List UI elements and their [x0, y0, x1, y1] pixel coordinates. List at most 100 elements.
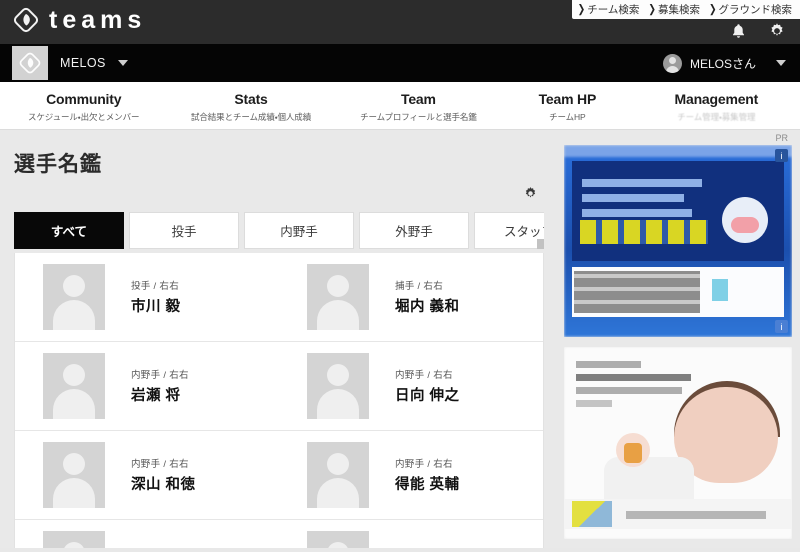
player-position: 内野手 / 右右: [395, 459, 453, 470]
chevron-down-icon[interactable]: [776, 60, 786, 66]
ad-image-blurred: [624, 443, 642, 463]
roster-toolbar: [14, 186, 544, 206]
settings-gear-icon[interactable]: [768, 22, 786, 45]
position-filter-tabs: すべて 投手 内野手 外野手 スタッフ: [14, 212, 544, 249]
nav-item-team-hp-sub: チームHP: [549, 111, 586, 122]
ad-image-blurred: [712, 279, 728, 301]
tab-pitcher-label: 投手: [171, 225, 197, 239]
player-photo-placeholder-icon: [307, 264, 369, 330]
main-navigation: Community スケジュール・出欠とメンバー Stats 試合結果とチーム成…: [0, 82, 800, 130]
page-title: 選手名鑑: [14, 153, 102, 176]
ad-image-blurred: [572, 501, 612, 527]
player-position: 内野手 / 右右: [395, 370, 453, 381]
advertisement-banner-bottom[interactable]: [564, 347, 792, 539]
search-link-recruit[interactable]: ❯ 募集検索: [648, 2, 700, 17]
player-photo-placeholder-icon: [307, 531, 369, 548]
team-name-label: MELOS: [60, 56, 106, 70]
player-photo-placeholder-icon: [43, 531, 105, 548]
player-photo-placeholder-icon: [307, 353, 369, 419]
advertisement-banner-top[interactable]: i i: [564, 145, 792, 337]
player-photo-placeholder-icon: [43, 264, 105, 330]
ad-image-blurred: [580, 220, 708, 244]
nav-item-management-title: Management: [674, 91, 759, 108]
table-row: 投手 / 右右 市川 毅 捕手 / 右右 堀内 義和: [15, 253, 543, 342]
ad-image-blurred: [582, 179, 702, 224]
list-item[interactable]: [15, 520, 279, 548]
chevron-right-icon: ❯: [577, 2, 586, 16]
tab-all[interactable]: すべて: [14, 212, 124, 249]
search-link-team[interactable]: ❯ チーム検索: [578, 2, 640, 17]
nav-item-stats-title: Stats: [234, 91, 268, 108]
list-item[interactable]: 捕手 / 右右 堀内 義和: [279, 253, 543, 341]
search-link-ground[interactable]: ❯ グラウンド検索: [709, 2, 792, 17]
user-menu[interactable]: MELOSさん: [662, 53, 786, 73]
player-photo-placeholder-icon: [43, 353, 105, 419]
ad-info-icon[interactable]: i: [775, 149, 788, 162]
nav-item-stats[interactable]: Stats 試合結果とチーム成績・個人成績: [167, 88, 334, 122]
global-search-links: ❯ チーム検索 ❯ 募集検索 ❯ グラウンド検索: [571, 0, 800, 19]
nav-item-management[interactable]: Management チーム管理・募集管理: [633, 88, 800, 122]
tab-infielder[interactable]: 内野手: [244, 212, 354, 249]
player-position: 捕手 / 右右: [395, 281, 444, 292]
tab-outfielder-label: 外野手: [395, 225, 433, 239]
user-name-label: MELOSさん: [689, 56, 756, 71]
ad-image-blurred: [722, 197, 768, 243]
table-row: 内野手 / 右右 岩瀬 将 内野手 / 右右 日向 伸之: [15, 342, 543, 431]
player-photo-placeholder-icon: [43, 442, 105, 508]
team-logo-icon[interactable]: [12, 46, 48, 80]
chevron-down-icon[interactable]: [117, 60, 128, 66]
list-item[interactable]: 内野手 / 右右 日向 伸之: [279, 342, 543, 430]
table-row: [15, 520, 543, 548]
player-photo-placeholder-icon: [307, 442, 369, 508]
teams-diamond-logo-icon: [12, 6, 40, 34]
notification-bell-icon[interactable]: [731, 23, 746, 44]
tabs-horizontal-scrollbar[interactable]: [537, 239, 544, 249]
team-context-bar: MELOS MELOSさん: [0, 44, 800, 82]
nav-item-team-sub: チームプロフィールと選手名鑑: [360, 111, 477, 122]
nav-item-team[interactable]: Team チームプロフィールと選手名鑑: [335, 88, 502, 122]
list-item[interactable]: 内野手 / 右右 深山 和徳: [15, 431, 279, 519]
ad-image-blurred: [576, 361, 696, 413]
player-name: 市川 毅: [131, 299, 181, 315]
tab-all-label: すべて: [50, 225, 88, 239]
player-list: 投手 / 右右 市川 毅 捕手 / 右右 堀内 義和 内野手 / 右右 岩瀬 将…: [14, 253, 544, 548]
nav-item-stats-sub: 試合結果とチーム成績・個人成績: [190, 111, 312, 122]
top-header-bar: ❯ チーム検索 ❯ 募集検索 ❯ グラウンド検索 teams: [0, 0, 800, 44]
brand-logo[interactable]: teams: [12, 6, 146, 34]
roster-content: 選手名鑑 すべて 投手 内野手 外野手 スタッフ: [0, 130, 556, 548]
ad-image-blurred: [574, 271, 700, 313]
chevron-right-icon: ❯: [708, 2, 717, 16]
player-position: 内野手 / 右右: [131, 459, 189, 470]
list-item[interactable]: 内野手 / 右右 得能 英輔: [279, 431, 543, 519]
nav-item-team-title: Team: [401, 91, 436, 108]
nav-item-management-sub: チーム管理・募集管理: [677, 111, 756, 122]
player-name: 堀内 義和: [395, 299, 460, 315]
search-link-team-label: チーム検索: [587, 4, 640, 16]
nav-item-team-hp-title: Team HP: [538, 91, 597, 108]
search-link-recruit-label: 募集検索: [657, 4, 700, 16]
player-name: 岩瀬 将: [131, 388, 181, 404]
brand-title: teams: [49, 6, 147, 34]
search-link-ground-label: グラウンド検索: [718, 4, 793, 16]
chevron-right-icon: ❯: [648, 2, 656, 16]
tab-pitcher[interactable]: 投手: [129, 212, 239, 249]
list-item[interactable]: 投手 / 右右 市川 毅: [15, 253, 279, 341]
player-name: 得能 英輔: [395, 477, 460, 493]
nav-item-community[interactable]: Community スケジュール・出欠とメンバー: [0, 88, 167, 122]
tab-outfielder[interactable]: 外野手: [359, 212, 469, 249]
player-name: 日向 伸之: [395, 388, 460, 404]
settings-gear-icon[interactable]: [523, 186, 538, 206]
ad-corner-icon[interactable]: i: [775, 320, 788, 333]
ad-image-blurred: [604, 457, 694, 503]
table-row: 内野手 / 右右 深山 和徳 内野手 / 右右 得能 英輔: [15, 431, 543, 520]
list-item[interactable]: [279, 520, 543, 548]
tab-staff[interactable]: スタッフ: [474, 212, 544, 249]
player-position: 投手 / 右右: [131, 281, 180, 292]
player-name: 深山 和徳: [131, 477, 196, 493]
player-position: 内野手 / 右右: [131, 370, 189, 381]
page-body: 選手名鑑 すべて 投手 内野手 外野手 スタッフ: [0, 130, 800, 548]
nav-item-team-hp[interactable]: Team HP チームHP: [502, 88, 633, 122]
advertisement-rail: PR i i: [556, 130, 800, 548]
list-item[interactable]: 内野手 / 右右 岩瀬 将: [15, 342, 279, 430]
user-avatar-icon: [662, 53, 682, 73]
